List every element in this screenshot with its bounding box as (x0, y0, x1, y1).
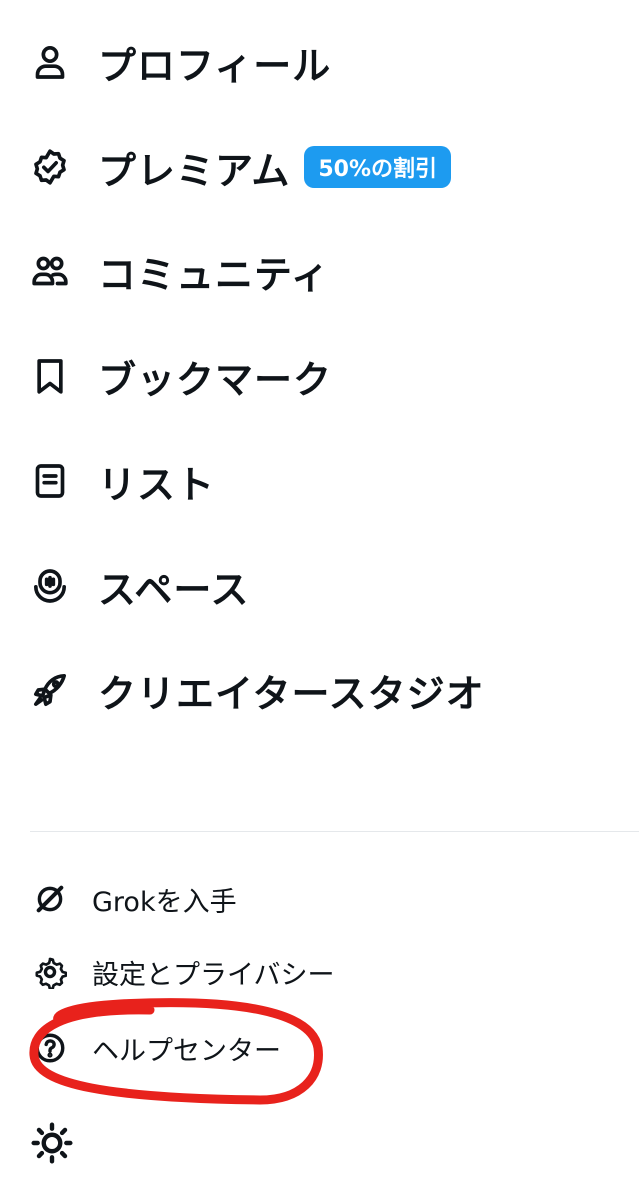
nav-label-bookmarks: ブックマーク (98, 357, 333, 402)
menu-item-get-grok[interactable]: Grokを入手 (30, 877, 237, 921)
menu-item-help-center[interactable]: ヘルプセンター (30, 1026, 281, 1070)
gear-icon (30, 952, 70, 992)
discount-badge: 50%の割引 (304, 146, 452, 188)
nav-label-profile: プロフィール (98, 43, 332, 88)
nav-label-premium: プレミアム (98, 148, 291, 193)
bookmark-icon (28, 354, 72, 398)
nav-item-spaces[interactable]: スペース (28, 556, 249, 616)
sun-icon (30, 1121, 74, 1169)
grok-icon (30, 879, 70, 919)
menu-label-settings: 設定とプライバシー (92, 959, 335, 991)
nav-label-spaces: スペース (98, 567, 250, 612)
theme-toggle[interactable] (28, 1121, 76, 1169)
menu-item-settings[interactable]: 設定とプライバシー (30, 950, 334, 994)
nav-item-creator-studio[interactable]: クリエイタースタジオ (28, 660, 485, 720)
nav-item-premium[interactable]: プレミアム 50%の割引 (28, 137, 452, 197)
nav-item-bookmarks[interactable]: ブックマーク (28, 346, 332, 406)
nav-label-creator-studio: クリエイタースタジオ (98, 671, 485, 716)
menu-label-get-grok: Grokを入手 (92, 886, 237, 918)
help-circle-icon (30, 1028, 70, 1068)
list-icon (28, 459, 72, 503)
nav-label-lists: リスト (98, 462, 216, 507)
spaces-icon (28, 564, 72, 608)
person-icon (28, 40, 72, 84)
nav-label-communities: コミュニティ (98, 252, 330, 297)
rocket-icon (28, 668, 72, 712)
nav-item-lists[interactable]: リスト (28, 451, 215, 511)
menu-divider (30, 831, 639, 832)
communities-icon (28, 249, 72, 293)
nav-item-communities[interactable]: コミュニティ (28, 241, 330, 301)
menu-label-help-center: ヘルプセンター (92, 1035, 281, 1067)
verified-badge-icon (28, 145, 72, 189)
nav-item-profile[interactable]: プロフィール (28, 32, 331, 92)
